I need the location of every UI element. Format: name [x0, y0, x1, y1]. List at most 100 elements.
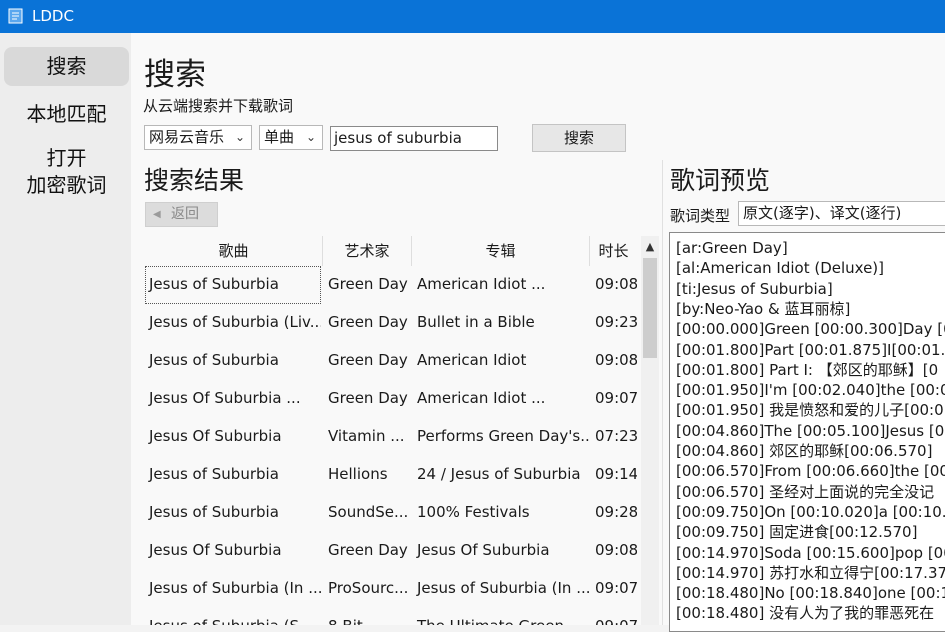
cell-artist: SoundSe... — [328, 503, 409, 521]
cell-duration: 09:07 — [595, 389, 637, 407]
nav-item-label: 本地匹配 — [26, 102, 107, 126]
lyric-line: [00:09.750] 固定进食[00:12.570] — [676, 523, 918, 542]
cell-duration: 09:07 — [591, 608, 637, 625]
cell-artist: Green Day — [328, 351, 408, 369]
table-row[interactable]: Jesus of Suburbia Hellions 24 / Jesus of S… — [145, 456, 637, 494]
title-bar: LDDC — [0, 0, 945, 33]
cell-duration: 09:28 — [595, 503, 637, 521]
cell-duration: 09:14 — [595, 465, 637, 483]
column-header-artist[interactable]: 艺术家 — [323, 236, 412, 266]
cell-duration: 09:08 — [595, 541, 637, 559]
table-body: Jesus of Suburbia Green Day American Idiot… — [145, 266, 637, 625]
nav-item-local-match[interactable]: 本地匹配 — [4, 95, 129, 133]
panel-divider — [662, 160, 663, 625]
nav-item-search[interactable]: 搜索 — [4, 47, 129, 86]
cell-duration: 07:23 — [595, 427, 637, 445]
type-select[interactable]: 单曲 ⌄ — [259, 125, 323, 150]
lyric-line: [00:01.800]Part [00:01.875]I[00:01.950 — [676, 340, 945, 359]
table-row[interactable]: Jesus Of Suburbia Vitamin ... Performs Gre… — [145, 418, 637, 456]
back-arrow-icon: ◀ — [153, 209, 161, 220]
column-header-duration[interactable]: 时长 — [590, 236, 637, 266]
nav-item-label: 加密歌词 — [26, 173, 107, 197]
lyric-line: [00:14.970]Soda [00:15.600]pop [00:1 — [676, 543, 945, 562]
lyrics-preview[interactable]: [ar:Green Day] [al:American Idiot (Deluxe… — [669, 232, 945, 632]
cell-album: 24 / Jesus of Suburbia — [417, 465, 581, 483]
back-button[interactable]: ◀ 返回 — [145, 202, 218, 227]
cell-artist: Hellions — [328, 465, 388, 483]
cell-artist: Green Day — [328, 541, 408, 559]
nav-item-label: 搜索 — [46, 54, 87, 78]
nav-item-open-encrypted-lyrics[interactable]: 打开 加密歌词 — [4, 145, 129, 203]
cell-duration: 09:07 — [595, 579, 637, 597]
cell-album: 100% Festivals — [417, 503, 530, 521]
cell-song: Jesus of Suburbia — [149, 465, 279, 483]
cell-album: American Idiot — [417, 351, 527, 369]
nav-item-label: 打开 — [46, 146, 87, 170]
cell-artist: ProSourc... — [328, 579, 409, 597]
back-button-label: 返回 — [171, 206, 199, 222]
lyric-line: [00:09.750]On [00:10.020]a [00:10.080 — [676, 502, 945, 521]
cell-song: Jesus of Suburbia (Liv... — [149, 313, 321, 331]
table-row[interactable]: Jesus of Suburbia Green Day American Idiot… — [145, 266, 637, 304]
type-select-value: 单曲 — [264, 128, 295, 146]
chevron-down-icon: ⌄ — [234, 130, 245, 144]
cell-song: Jesus of Suburbia — [145, 266, 321, 304]
lyric-line: [ti:Jesus of Suburbia] — [676, 279, 833, 298]
column-header-album[interactable]: 专辑 — [412, 236, 590, 266]
lyric-line: [00:01.800] Part I: 【郊区的耶稣】[0 — [676, 360, 939, 379]
table-row[interactable]: Jesus of Suburbia (In ... ProSourc... Jesu… — [145, 570, 637, 608]
lyric-line: [00:14.970] 苏打水和立得宁[00:17.37 — [676, 563, 945, 582]
cell-artist: Green Day — [328, 389, 408, 407]
page-title: 搜索 — [144, 57, 206, 93]
cell-song: Jesus Of Suburbia — [149, 427, 282, 445]
cell-song: Jesus of Suburbia — [149, 503, 279, 521]
cell-song: Jesus of Suburbia (S... — [145, 608, 321, 625]
lyrics-type-select[interactable]: 原文(逐字)、译文(逐行) — [738, 201, 945, 226]
sidebar: 搜索 本地匹配 打开 加密歌词 — [0, 33, 131, 625]
cell-song: Jesus Of Suburbia ... — [149, 389, 301, 407]
table-row[interactable]: Jesus of Suburbia (Liv... Green Day Bullet… — [145, 304, 637, 342]
lyrics-type-value: 原文(逐字)、译文(逐行) — [743, 204, 902, 222]
results-table: 歌曲 艺术家 专辑 时长 Jesus of Suburbia Green Day A… — [145, 236, 663, 625]
cell-artist: Green Day — [328, 313, 408, 331]
table-row[interactable]: Jesus of Suburbia (S...8-Bit ...The Ulti… — [145, 608, 637, 625]
source-select[interactable]: 网易云音乐 ⌄ — [144, 125, 252, 150]
lyrics-type-label: 歌词类型 — [670, 207, 731, 225]
preview-title: 歌词预览 — [670, 166, 771, 195]
main-panel: 搜索 从云端搜索并下载歌词 网易云音乐 ⌄ 单曲 ⌄ jesus of subu… — [131, 33, 945, 632]
results-title: 搜索结果 — [144, 166, 245, 195]
lyric-line: [00:06.570]From [00:06.660]the [00:06 — [676, 462, 945, 481]
lyric-line: [00:00.000]Green [00:00.300]Day [00:0 — [676, 320, 945, 339]
scrollbar-thumb[interactable] — [643, 258, 657, 358]
cell-album: The Ultimate Green ... — [413, 608, 589, 625]
cell-album: Performs Green Day's... — [417, 427, 589, 445]
chevron-down-icon: ⌄ — [305, 130, 316, 144]
table-row[interactable]: Jesus of Suburbia Green Day American Idiot… — [145, 342, 637, 380]
lyric-line: [00:18.480]No [00:18.840]one [00:19.0 — [676, 584, 945, 603]
search-button-label: 搜索 — [563, 129, 594, 147]
source-select-value: 网易云音乐 — [149, 128, 225, 146]
search-input-value: jesus of suburbia — [334, 129, 462, 147]
search-input[interactable]: jesus of suburbia — [330, 126, 498, 151]
lyric-line: [00:01.950]I'm [00:02.040]the [00:02.1 — [676, 381, 945, 400]
cell-song: Jesus of Suburbia — [149, 351, 279, 369]
scroll-up-arrow-icon[interactable]: ▲ — [641, 236, 659, 256]
column-header-song[interactable]: 歌曲 — [145, 236, 323, 266]
cell-album: Bullet in a Bible — [417, 313, 535, 331]
lyric-line: [00:04.860]The [00:05.100]Jesus [00:0 — [676, 421, 945, 440]
window-title: LDDC — [32, 7, 74, 25]
table-header: 歌曲 艺术家 专辑 时长 — [145, 236, 637, 266]
table-row[interactable]: Jesus Of Suburbia Green Day Jesus Of Subur… — [145, 532, 637, 570]
cell-album: American Idiot ... — [417, 389, 546, 407]
table-row[interactable]: Jesus Of Suburbia ... Green Day American I… — [145, 380, 637, 418]
table-row[interactable]: Jesus of Suburbia SoundSe... 100% Festival… — [145, 494, 637, 532]
cell-artist: 8-Bit ... — [324, 608, 410, 625]
search-button[interactable]: 搜索 — [532, 124, 626, 152]
cell-duration: 09:08 — [595, 351, 637, 369]
lyric-line: [al:American Idiot (Deluxe)] — [676, 259, 885, 278]
lyric-line: [00:18.480] 没有人为了我的罪恶死在 — [676, 604, 935, 623]
cell-artist: Vitamin ... — [328, 427, 405, 445]
table-scrollbar[interactable]: ▲ — [641, 236, 659, 625]
app-icon — [8, 8, 23, 24]
lyric-line: [00:01.950] 我是愤怒和爱的儿子[00:0 — [676, 401, 944, 420]
